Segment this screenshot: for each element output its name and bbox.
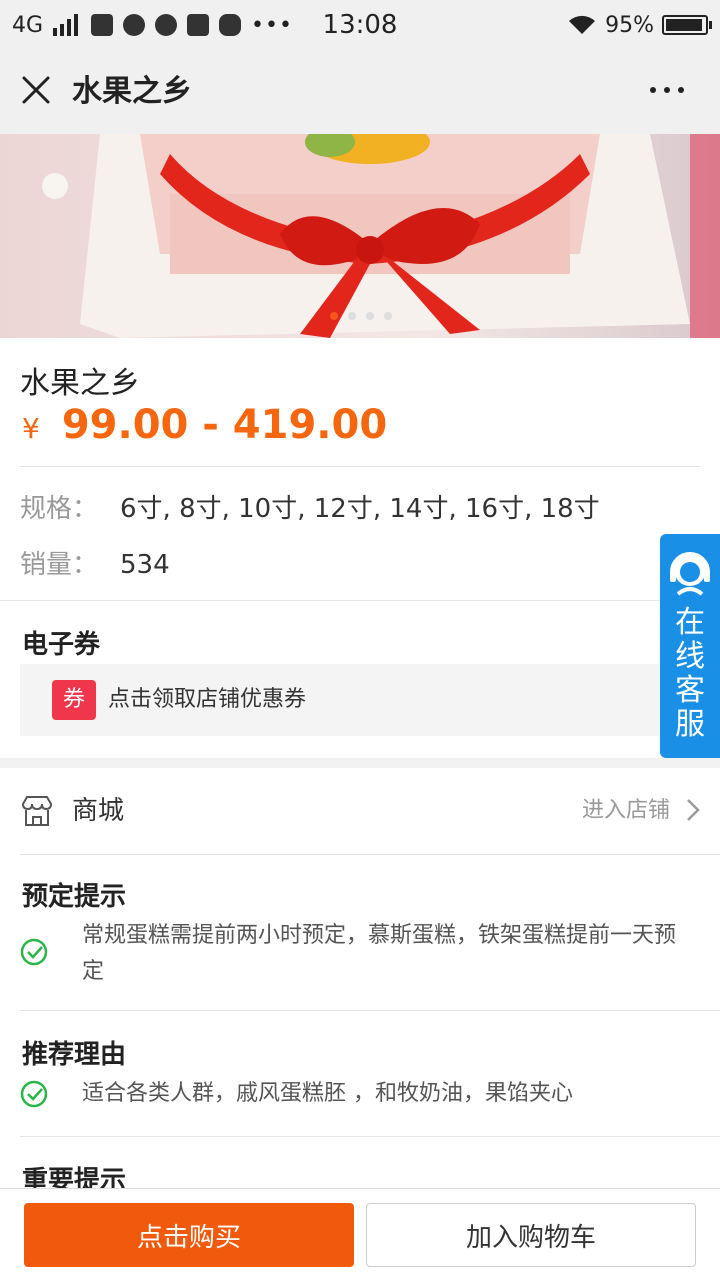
shop-name: 商城 xyxy=(72,796,125,826)
notice-text-booking: 常规蛋糕需提前两小时预定，慕斯蛋糕，铁架蛋糕提前一天预定 xyxy=(82,923,677,984)
carousel-dot[interactable] xyxy=(366,312,374,320)
divider xyxy=(20,466,700,467)
online-service-label: 在线客服 xyxy=(675,605,705,742)
status-bar: 4G ••• 13:08 95% xyxy=(0,0,720,50)
carousel-dot[interactable] xyxy=(384,312,392,320)
buy-now-button[interactable]: 点击购买 xyxy=(24,1203,354,1267)
cake-photo xyxy=(0,134,720,338)
add-to-cart-button[interactable]: 加入购物车 xyxy=(366,1203,696,1267)
close-icon[interactable] xyxy=(18,72,54,108)
carousel-indicator xyxy=(330,312,392,320)
status-right: 95% xyxy=(567,0,712,50)
spec-label: 规格： xyxy=(20,494,99,524)
battery-fill xyxy=(666,19,703,31)
chevron-right-icon xyxy=(687,799,700,821)
divider xyxy=(0,600,720,601)
enter-shop-link[interactable]: 进入店铺 xyxy=(582,768,670,854)
wifi-icon xyxy=(569,15,596,34)
more-options-icon[interactable] xyxy=(650,80,690,100)
carousel-dot[interactable] xyxy=(330,312,338,320)
coupon-banner[interactable]: 券 点击领取店铺优惠券 xyxy=(20,664,680,736)
carousel-dot[interactable] xyxy=(348,312,356,320)
store-icon xyxy=(21,796,53,826)
divider xyxy=(20,1010,720,1011)
sales-row: 销量： 534 xyxy=(20,544,170,581)
coupon-text: 点击领取店铺优惠券 xyxy=(108,687,307,712)
spec-value: 6寸, 8寸, 10寸, 12寸, 14寸, 16寸, 18寸 xyxy=(120,494,600,524)
nav-bar: 水果之乡 xyxy=(0,50,720,135)
check-circle-icon xyxy=(20,1080,48,1108)
section-separator xyxy=(0,758,720,768)
currency-symbol: ¥ xyxy=(22,412,40,445)
sales-label: 销量： xyxy=(20,550,99,580)
bottom-action-bar: 点击购买 加入购物车 xyxy=(0,1188,720,1281)
battery-percent: 95% xyxy=(605,12,654,38)
coupon-tag: 券 xyxy=(52,680,96,720)
battery-icon xyxy=(662,15,712,35)
shop-row[interactable]: 商城 进入店铺 xyxy=(0,768,720,854)
headset-icon xyxy=(670,552,710,596)
coupon-section-title: 电子券 xyxy=(22,630,101,660)
notice-text-reason: 适合各类人群，戚风蛋糕胚 ，和牧奶油，果馅夹心 xyxy=(82,1081,573,1106)
notice-title-booking: 预定提示 xyxy=(22,882,127,912)
product-price: ¥ 99.00 - 419.00 xyxy=(22,402,387,448)
divider xyxy=(20,1136,720,1137)
divider xyxy=(20,854,720,855)
online-service-button[interactable]: 在线客服 xyxy=(660,534,720,758)
spec-row: 规格： 6寸, 8寸, 10寸, 12寸, 14寸, 16寸, 18寸 xyxy=(20,488,600,525)
page-title: 水果之乡 xyxy=(72,74,192,109)
price-range: 99.00 - 419.00 xyxy=(61,402,388,448)
product-banner[interactable] xyxy=(0,134,720,338)
sales-value: 534 xyxy=(120,550,170,580)
check-circle-icon xyxy=(20,938,48,966)
notice-title-reason: 推荐理由 xyxy=(22,1040,127,1070)
product-title: 水果之乡 xyxy=(20,366,140,401)
